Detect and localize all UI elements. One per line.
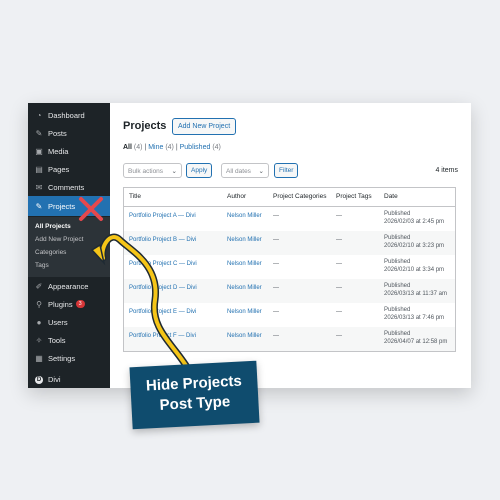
callout-label: Hide Projects Post Type [129, 360, 260, 430]
close-icon [79, 197, 103, 221]
pointer-arrow [90, 233, 194, 376]
